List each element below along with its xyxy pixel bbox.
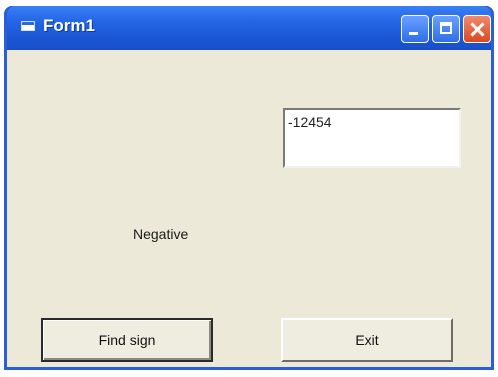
minimize-icon[interactable]: [401, 15, 429, 43]
exit-button[interactable]: Exit: [281, 318, 453, 362]
find-sign-button[interactable]: Find sign: [41, 318, 213, 362]
find-sign-button-label: Find sign: [98, 332, 156, 348]
form-client-area: -12454 Negative Find sign Exit: [7, 50, 491, 367]
number-input[interactable]: -12454: [283, 108, 461, 168]
app-icon[interactable]: [21, 21, 35, 31]
close-icon[interactable]: [463, 15, 491, 43]
title-bar[interactable]: Form1: [7, 6, 491, 50]
result-label: Negative: [133, 226, 189, 242]
maximize-icon[interactable]: [432, 15, 460, 43]
exit-button-label: Exit: [355, 332, 379, 348]
form-window: Form1 -12454 Negative Find sign Exit: [4, 6, 494, 370]
window-title: Form1: [43, 16, 95, 35]
